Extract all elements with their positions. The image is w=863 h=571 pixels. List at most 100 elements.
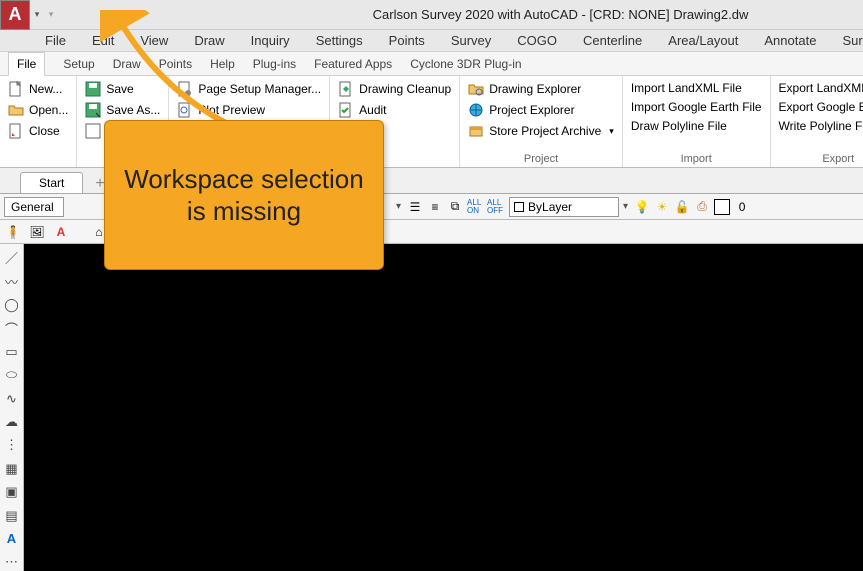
all-off-icon[interactable]: ALL OFF <box>487 199 503 215</box>
hatch-tool-icon[interactable]: ▦ <box>3 460 21 477</box>
x-icon <box>85 123 101 139</box>
chevron-down-icon[interactable]: ▾ <box>396 201 401 212</box>
ribbon-tab-help[interactable]: Help <box>210 57 235 71</box>
drawing-cleanup-button[interactable]: Drawing Cleanup <box>336 80 453 98</box>
menu-surface[interactable]: Surface <box>842 33 863 48</box>
all-on-icon[interactable]: ALL ON <box>467 199 483 215</box>
menu-inquiry[interactable]: Inquiry <box>251 33 290 48</box>
save-as-button[interactable]: Save As... <box>83 101 162 119</box>
close-button[interactable]: Close <box>6 122 70 140</box>
menu-settings[interactable]: Settings <box>316 33 363 48</box>
arc-tool-icon[interactable]: ⌒ <box>3 319 21 337</box>
ribbon-tab-setup[interactable]: Setup <box>63 57 94 71</box>
menu-survey[interactable]: Survey <box>451 33 491 48</box>
page-setup-label: Page Setup Manager... <box>198 82 321 96</box>
drawing-explorer-icon <box>468 81 484 97</box>
ribbon-tab-cyclone[interactable]: Cyclone 3DR Plug-in <box>410 57 521 71</box>
ribbon-group-project: Drawing Explorer Project Explorer Store … <box>460 76 623 167</box>
polyline-tool-icon[interactable]: 〰 <box>3 272 21 290</box>
region-tool-icon[interactable]: ▣ <box>3 484 21 501</box>
workspace: ／ 〰 ◯ ⌒ ▭ ⬭ ∿ ☁ ⋮ ▦ ▣ ▤ A ⋯ <box>0 244 863 571</box>
menu-points[interactable]: Points <box>389 33 425 48</box>
ribbon-tab-points[interactable]: Points <box>159 57 192 71</box>
group-label-export: Export <box>777 151 863 165</box>
ribbon-group-file-basic: New... Open... Close . <box>0 76 77 167</box>
line-tool-icon[interactable]: ／ <box>3 248 21 266</box>
ellipse-tool-icon[interactable]: ⬭ <box>3 367 21 384</box>
app-menu-icon[interactable]: A <box>0 0 30 30</box>
group-label-project: Project <box>466 151 616 165</box>
ribbon-tab-draw[interactable]: Draw <box>113 57 141 71</box>
ribbon-group-export: Export LandXML File Export Google Earth … <box>771 76 863 167</box>
circle-tool-icon[interactable]: ◯ <box>3 296 21 313</box>
drawing-explorer-button[interactable]: Drawing Explorer <box>466 80 616 98</box>
ribbon-tab-plugins[interactable]: Plug-ins <box>253 57 296 71</box>
write-polyline-button[interactable]: Write Polyline File <box>777 118 863 134</box>
import-landxml-button[interactable]: Import LandXML File <box>629 80 764 96</box>
drawing-canvas[interactable] <box>24 244 863 571</box>
menu-annotate[interactable]: Annotate <box>764 33 816 48</box>
plot-preview-label: Plot Preview <box>198 103 265 117</box>
menu-view[interactable]: View <box>140 33 168 48</box>
menu-centerline[interactable]: Centerline <box>583 33 642 48</box>
ribbon-tab-file[interactable]: File <box>8 52 45 76</box>
save-as-label: Save As... <box>106 103 160 117</box>
quick-access-customize-icon[interactable]: ▾ <box>44 0 58 30</box>
open-label: Open... <box>29 103 68 117</box>
plot-preview-icon <box>177 102 193 118</box>
points-tool-icon[interactable]: ⋮ <box>3 437 21 454</box>
text-tool-icon[interactable]: A <box>3 530 21 547</box>
cloud-tool-icon[interactable]: ☁ <box>3 413 21 430</box>
open-button[interactable]: Open... <box>6 101 70 119</box>
sun-icon[interactable]: ☀ <box>654 199 670 215</box>
new-button[interactable]: New... <box>6 80 70 98</box>
rect-tool-icon[interactable]: ▭ <box>3 343 21 360</box>
page-setup-icon <box>177 81 193 97</box>
menu-file[interactable]: File <box>45 33 66 48</box>
menu-edit[interactable]: Edit <box>92 33 114 48</box>
archive-icon <box>468 123 484 139</box>
person-icon[interactable]: 🧍 <box>4 223 22 241</box>
chevron-down-icon[interactable]: ▾ <box>623 201 628 212</box>
layer-selector[interactable]: General <box>4 197 64 217</box>
layer-filter-icon[interactable]: ≡ <box>427 199 443 215</box>
menu-draw[interactable]: Draw <box>194 33 224 48</box>
audit-button[interactable]: Audit <box>336 101 453 119</box>
write-polyline-label: Write Polyline File <box>779 119 863 133</box>
lock-open-icon[interactable]: 🔓 <box>674 199 690 215</box>
save-label: Save <box>106 82 133 96</box>
spline-tool-icon[interactable]: ∿ <box>3 390 21 407</box>
more-tool-icon[interactable]: ⋯ <box>3 554 21 571</box>
printer-icon[interactable]: ⎙ <box>694 199 710 215</box>
landscape-icon[interactable]: 🖼 <box>28 223 46 241</box>
lightbulb-on-icon[interactable]: 💡 <box>634 199 650 215</box>
page-setup-button[interactable]: Page Setup Manager... <box>175 80 323 98</box>
save-icon <box>85 81 101 97</box>
export-landxml-button[interactable]: Export LandXML File <box>777 80 863 96</box>
menu-cogo[interactable]: COGO <box>517 33 557 48</box>
text-a-icon[interactable]: A <box>52 223 70 241</box>
layer-zero-label: 0 <box>734 199 750 215</box>
layer-manager-icon[interactable]: ⧉ <box>447 199 463 215</box>
draw-polyline-button[interactable]: Draw Polyline File <box>629 118 764 134</box>
chevron-down-icon: ▾ <box>609 126 614 137</box>
plot-preview-button[interactable]: Plot Preview <box>175 101 323 119</box>
layer-state-icons: ☰ ≡ ⧉ ALL ON ALL OFF <box>407 199 503 215</box>
tab-start[interactable]: Start <box>20 172 83 193</box>
store-archive-button[interactable]: Store Project Archive▾ <box>466 122 616 140</box>
export-ge-label: Export Google Earth F <box>779 100 863 114</box>
table-tool-icon[interactable]: ▤ <box>3 507 21 524</box>
color-bylayer-selector[interactable]: ByLayer <box>509 197 619 217</box>
import-google-earth-button[interactable]: Import Google Earth File <box>629 99 764 115</box>
draw-polyline-label: Draw Polyline File <box>631 119 727 133</box>
layer-stack-icon[interactable]: ☰ <box>407 199 423 215</box>
menu-arealayout[interactable]: Area/Layout <box>668 33 738 48</box>
export-google-earth-button[interactable]: Export Google Earth F <box>777 99 863 115</box>
ribbon-tab-featured[interactable]: Featured Apps <box>314 57 392 71</box>
close-file-icon <box>8 123 24 139</box>
project-explorer-button[interactable]: Project Explorer <box>466 101 616 119</box>
quick-access-chevron-icon[interactable]: ▾ <box>30 0 44 30</box>
color-swatch-icon <box>714 199 730 215</box>
new-file-icon <box>8 81 24 97</box>
save-button[interactable]: Save <box>83 80 162 98</box>
